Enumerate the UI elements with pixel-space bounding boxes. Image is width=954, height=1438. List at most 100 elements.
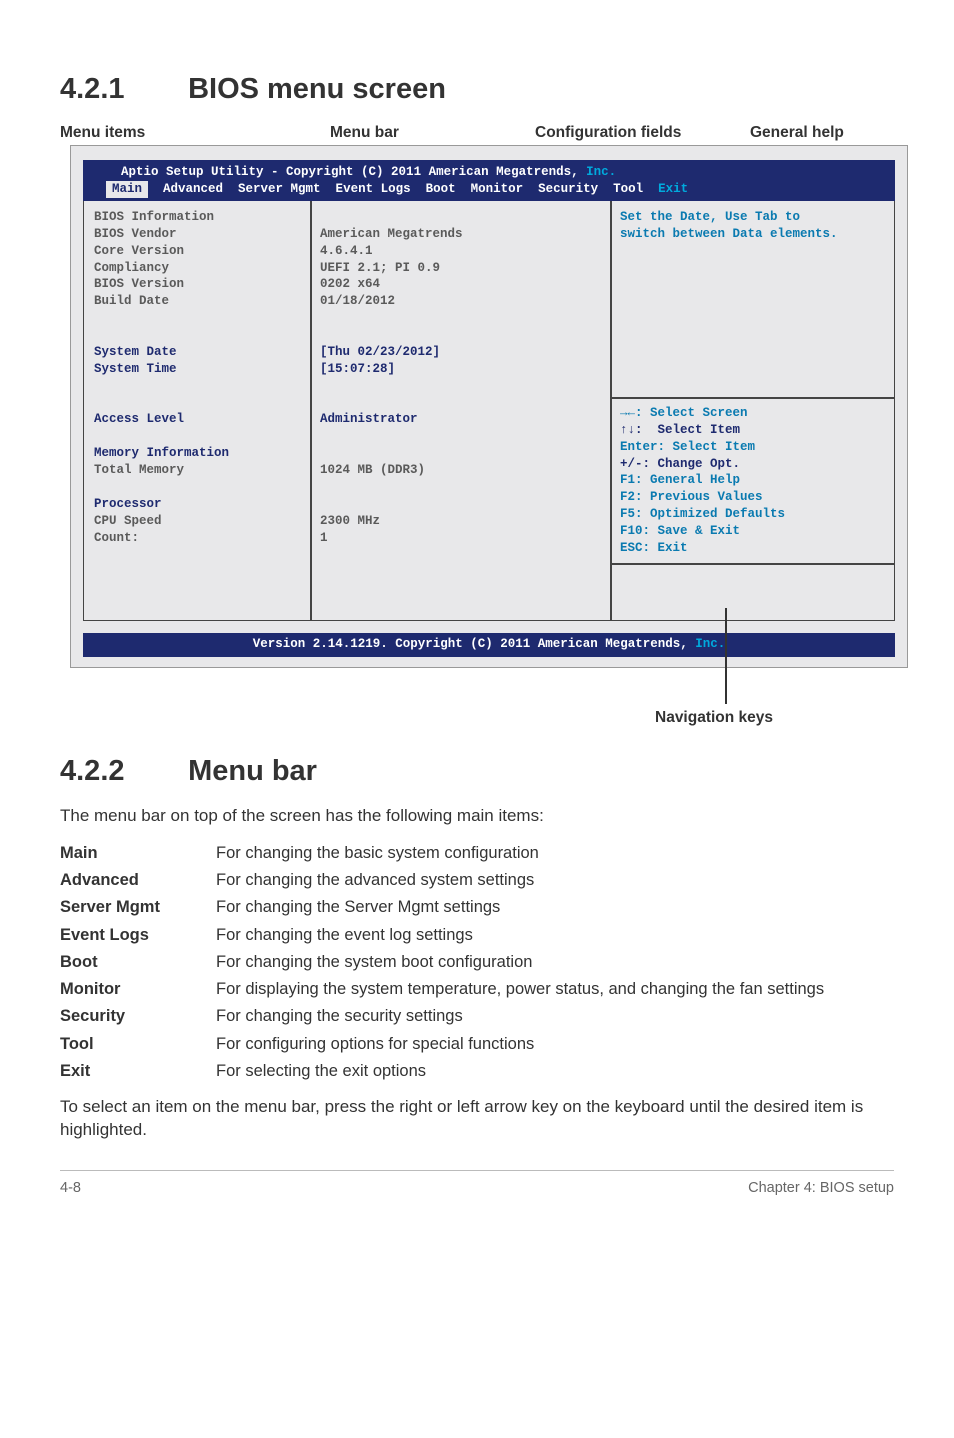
heading-422: 4.2.2 Menu bar [60,752,894,791]
def-monitor: MonitorFor displaying the system tempera… [60,978,894,1000]
val-core: 4.6.4.1 [320,244,373,258]
bios-footer: Version 2.14.1219. Copyright (C) 2011 Am… [83,633,895,657]
key-f2: F2: Previous Values [620,490,763,504]
bios-header: Aptio Setup Utility - Copyright (C) 2011… [83,160,895,201]
heading-422-num: 4.2.2 [60,752,180,791]
def-boot-term: Boot [60,951,216,973]
label-menu-bar: Menu bar [330,123,399,144]
def-tool: ToolFor configuring options for special … [60,1033,894,1055]
val-memory: 1024 MB (DDR3) [320,463,425,477]
bios-header-copyright: Aptio Setup Utility - Copyright (C) 2011… [121,165,586,179]
li-system-time[interactable]: System Time [94,362,177,376]
heading-422-title: Menu bar [188,755,317,787]
bios-right-blank [612,565,894,620]
tab-main[interactable]: Main [106,181,148,198]
li-core-version: Core Version [94,244,184,258]
key-f5: F5: Optimized Defaults [620,507,785,521]
key-esc: ESC: Exit [620,541,688,555]
li-build-date: Build Date [94,294,169,308]
chapter-title: Chapter 4: BIOS setup [748,1179,894,1199]
label-config-fields: Configuration fields [535,123,681,144]
val-date[interactable]: [Thu 02/23/2012] [320,345,440,359]
bios-left-col: BIOS Information BIOS Vendor Core Versio… [84,201,312,620]
def-advanced: AdvancedFor changing the advanced system… [60,869,894,891]
bios-screen: Aptio Setup Utility - Copyright (C) 2011… [70,145,908,668]
def-exit: ExitFor selecting the exit options [60,1060,894,1082]
key-enter: Enter: Select Item [620,440,755,454]
navkeys-label-row: Navigation keys [60,700,894,724]
val-version: 0202 x64 [320,277,380,291]
bios-help-panel: Set the Date, Use Tab to switch between … [612,201,894,399]
tab-exit[interactable]: Exit [658,182,688,196]
def-boot: BootFor changing the system boot configu… [60,951,894,973]
label-menu-items: Menu items [60,123,145,144]
bios-mid-col: American Megatrends 4.6.4.1 UEFI 2.1; PI… [312,201,612,620]
def-tool-term: Tool [60,1033,216,1055]
def-main-def: For changing the basic system configurat… [216,842,894,864]
bios-header-inc: Inc. [586,165,616,179]
def-adv-term: Advanced [60,869,216,891]
li-bios-version: BIOS Version [94,277,184,291]
key-change: +/-: Change Opt. [620,457,740,471]
def-main-term: Main [60,842,216,864]
val-vendor: American Megatrends [320,227,463,241]
help-line1: Set the Date, Use Tab to [620,210,800,224]
li-access-level: Access Level [94,412,184,426]
heading-421: 4.2.1 BIOS menu screen [60,70,894,109]
page-footer: 4-8 Chapter 4: BIOS setup [60,1170,894,1199]
li-bios-info: BIOS Information [94,210,214,224]
key-screen: →←: Select Screen [620,406,748,420]
def-el-term: Event Logs [60,924,216,946]
li-bios-vendor: BIOS Vendor [94,227,177,241]
val-build: 01/18/2012 [320,294,395,308]
val-cpu: 2300 MHz [320,514,380,528]
li-cpu-speed: CPU Speed [94,514,162,528]
val-compliancy: UEFI 2.1; PI 0.9 [320,261,440,275]
def-exit-term: Exit [60,1060,216,1082]
bios-body: BIOS Information BIOS Vendor Core Versio… [83,201,895,621]
def-tool-def: For configuring options for special func… [216,1033,894,1055]
menu-definitions: MainFor changing the basic system config… [60,842,894,1082]
val-time[interactable]: [15:07:28] [320,362,395,376]
intro-422: The menu bar on top of the screen has th… [60,805,894,828]
label-navigation-keys: Navigation keys [655,708,773,729]
closing-422: To select an item on the menu bar, press… [60,1096,894,1142]
def-event-logs: Event LogsFor changing the event log set… [60,924,894,946]
def-sec-def: For changing the security settings [216,1005,894,1027]
bios-menubar: Main Advanced Server Mgmt Event Logs Boo… [91,181,887,198]
bios-footer-text: Version 2.14.1219. Copyright (C) 2011 Am… [253,637,696,651]
def-exit-def: For selecting the exit options [216,1060,894,1082]
def-main: MainFor changing the basic system config… [60,842,894,864]
label-general-help: General help [750,123,844,144]
def-server-mgmt: Server MgmtFor changing the Server Mgmt … [60,896,894,918]
bios-right-col: Set the Date, Use Tab to switch between … [612,201,894,620]
labels-row: Menu items Menu bar Configuration fields… [60,123,894,147]
li-processor: Processor [94,497,162,511]
navkeys-pointer [725,608,727,704]
li-total-memory: Total Memory [94,463,184,477]
val-count: 1 [320,531,328,545]
tabs-rest[interactable]: Advanced Server Mgmt Event Logs Boot Mon… [148,182,658,196]
def-boot-def: For changing the system boot configurati… [216,951,894,973]
def-security: SecurityFor changing the security settin… [60,1005,894,1027]
bios-navkeys-panel: →←: Select Screen ↑↓: Select Item Enter:… [612,399,894,565]
def-mon-def: For displaying the system temperature, p… [216,978,894,1000]
bios-footer-inc: Inc. [695,637,725,651]
val-access: Administrator [320,412,418,426]
def-el-def: For changing the event log settings [216,924,894,946]
def-sm-def: For changing the Server Mgmt settings [216,896,894,918]
key-f1: F1: General Help [620,473,740,487]
key-f10: F10: Save & Exit [620,524,740,538]
li-compliancy: Compliancy [94,261,169,275]
li-memory-info: Memory Information [94,446,229,460]
li-count: Count: [94,531,139,545]
key-item: ↑↓: Select Item [620,423,740,437]
def-sec-term: Security [60,1005,216,1027]
help-line2: switch between Data elements. [620,227,838,241]
def-mon-term: Monitor [60,978,216,1000]
def-sm-term: Server Mgmt [60,896,216,918]
def-adv-def: For changing the advanced system setting… [216,869,894,891]
heading-421-title: BIOS menu screen [188,73,446,105]
page-number: 4-8 [60,1179,81,1199]
li-system-date[interactable]: System Date [94,345,177,359]
